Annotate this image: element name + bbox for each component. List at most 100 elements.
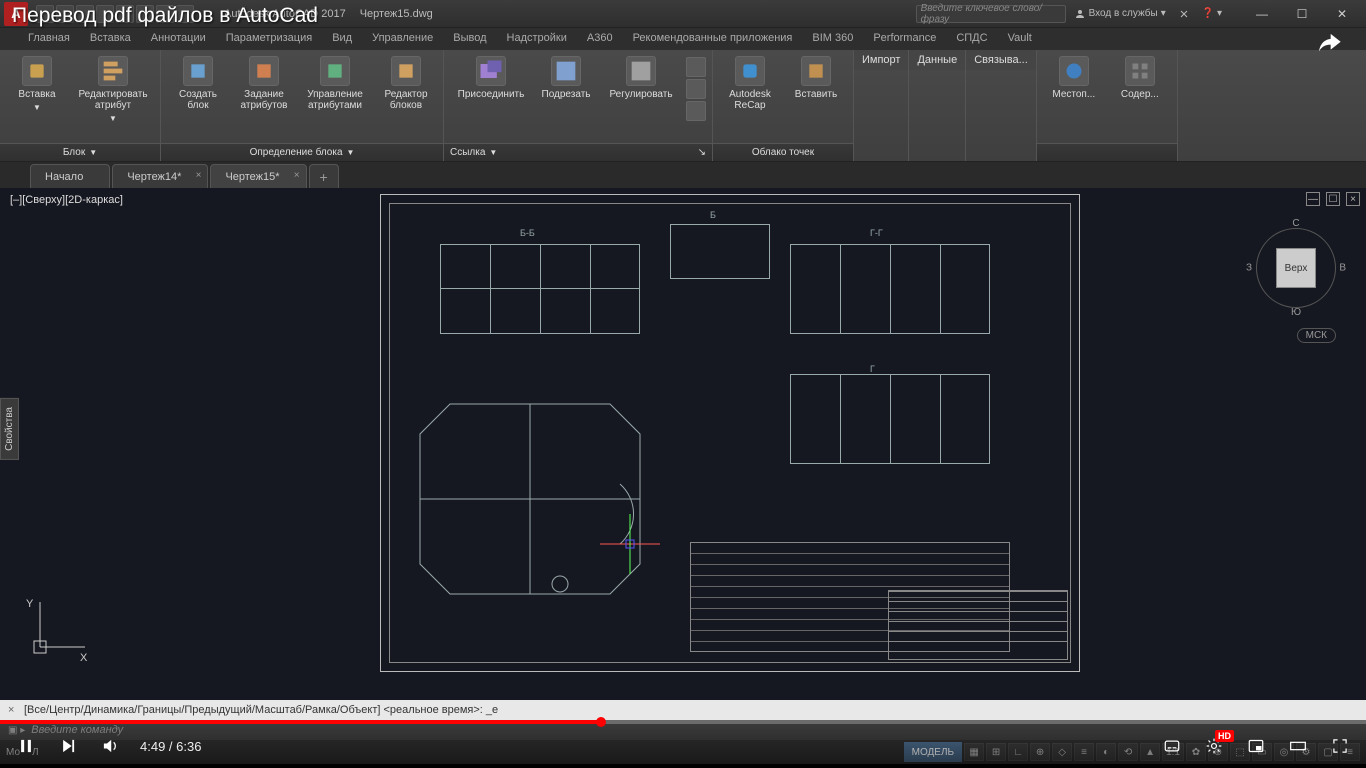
import-panel-tab[interactable]: Импорт	[854, 50, 908, 70]
subtitles-icon[interactable]	[1160, 734, 1184, 758]
qat-plot-icon[interactable]	[116, 5, 134, 23]
tab-performance[interactable]: Performance	[863, 28, 946, 50]
close-tab-icon[interactable]: ×	[196, 170, 202, 181]
edit-attribute-button[interactable]: Редактировать атрибут▼	[72, 54, 154, 123]
panel-location: Местоп... Содер...	[1037, 50, 1178, 161]
tab-spds[interactable]: СПДС	[946, 28, 997, 50]
tab-home[interactable]: Главная	[18, 28, 80, 50]
file-tab-start[interactable]: Начало	[30, 164, 110, 188]
section-label: Б-Б	[520, 228, 535, 238]
panel-block: Вставка▼ Редактировать атрибут▼ Блок▼	[0, 50, 161, 161]
properties-palette-tab[interactable]: Свойства	[0, 398, 19, 460]
reference-small-buttons	[686, 54, 706, 121]
exchange-icon[interactable]	[1174, 8, 1194, 20]
manage-attributes-button[interactable]: Управление атрибутами	[299, 54, 371, 111]
xref-icon[interactable]	[686, 57, 706, 77]
theater-icon[interactable]	[1286, 734, 1310, 758]
viewcube[interactable]: Верх С Ю З В	[1246, 218, 1346, 318]
panel-blockdef-label[interactable]: Определение блока▼	[161, 143, 443, 161]
tab-view[interactable]: Вид	[322, 28, 362, 50]
tab-a360[interactable]: A360	[577, 28, 623, 50]
tab-output[interactable]: Вывод	[443, 28, 496, 50]
quick-access-toolbar	[36, 5, 194, 23]
pause-button[interactable]	[14, 734, 38, 758]
location-button[interactable]: Местоп...	[1043, 54, 1105, 100]
section-label: Г	[870, 364, 875, 374]
qat-save-icon[interactable]	[76, 5, 94, 23]
document-name: Чертеж15.dwg	[360, 8, 433, 20]
drawing-canvas[interactable]: [‒][Сверху][2D-каркас] Свойства — ☐ × Ве…	[0, 188, 1366, 700]
ucs-icon[interactable]: Y X	[30, 597, 90, 660]
tab-addins[interactable]: Надстройки	[497, 28, 577, 50]
viewport-label[interactable]: [‒][Сверху][2D-каркас]	[10, 194, 123, 206]
drawing-sheet: Б-Б Б Г-Г Г	[380, 194, 1080, 672]
qat-open-icon[interactable]	[56, 5, 74, 23]
title-bar: A Autodesk AutoCAD 2017 Чертеж15.dwg Вве…	[0, 0, 1366, 28]
app-name: Autodesk AutoCAD 2017	[224, 8, 346, 20]
tab-featured-apps[interactable]: Рекомендованные приложения	[623, 28, 803, 50]
section-label: Б	[710, 210, 716, 220]
close-cmd-icon[interactable]: ×	[8, 704, 24, 716]
xref-icon-3[interactable]	[686, 101, 706, 121]
data-panel-tab[interactable]: Данные	[909, 50, 965, 70]
panel-collapsed-tabs: Импорт Данные Связыва...	[854, 50, 1037, 161]
next-button[interactable]	[56, 734, 80, 758]
tab-manage[interactable]: Управление	[362, 28, 443, 50]
recap-button[interactable]: Autodesk ReCap	[719, 54, 781, 111]
insert-block-button[interactable]: Вставка▼	[6, 54, 68, 112]
vp-minimize-icon[interactable]: —	[1306, 192, 1320, 206]
attach-button[interactable]: Присоединить	[450, 54, 532, 100]
close-tab-icon[interactable]: ×	[294, 170, 300, 181]
xref-icon-2[interactable]	[686, 79, 706, 99]
title-block	[888, 590, 1068, 660]
fullscreen-icon[interactable]	[1328, 734, 1352, 758]
maximize-button[interactable]: ☐	[1282, 2, 1322, 26]
minimize-button[interactable]: —	[1242, 2, 1282, 26]
volume-icon[interactable]	[98, 734, 122, 758]
panel-pointcloud-label[interactable]: Облако точек	[713, 143, 853, 161]
file-tab-1[interactable]: Чертеж14*×	[112, 164, 208, 188]
ribbon: Вставка▼ Редактировать атрибут▼ Блок▼ Со…	[0, 50, 1366, 162]
adjust-button[interactable]: Регулировать	[600, 54, 682, 100]
app-logo[interactable]: A	[4, 2, 28, 26]
vp-close-icon[interactable]: ×	[1346, 192, 1360, 206]
close-button[interactable]: ✕	[1322, 2, 1362, 26]
tab-annotate[interactable]: Аннотации	[141, 28, 216, 50]
clip-button[interactable]: Подрезать	[536, 54, 596, 100]
add-file-tab[interactable]: +	[309, 164, 339, 188]
file-tabs: Начало Чертеж14*× Чертеж15*× +	[0, 162, 1366, 188]
vp-maximize-icon[interactable]: ☐	[1326, 192, 1340, 206]
video-time: 4:49 / 6:36	[140, 739, 201, 754]
settings-icon[interactable]: HD	[1202, 734, 1226, 758]
tab-vault[interactable]: Vault	[998, 28, 1042, 50]
panel-reference: Присоединить Подрезать Регулировать Ссыл…	[444, 50, 713, 161]
tab-bim360[interactable]: BIM 360	[802, 28, 863, 50]
share-icon[interactable]	[1314, 28, 1344, 63]
define-attributes-button[interactable]: Задание атрибутов	[233, 54, 295, 111]
tab-insert[interactable]: Вставка	[80, 28, 141, 50]
tab-parametric[interactable]: Параметризация	[216, 28, 322, 50]
content-button[interactable]: Содер...	[1109, 54, 1171, 100]
help-icon[interactable]: ❓ ▾	[1198, 8, 1226, 19]
panel-block-label[interactable]: Блок▼	[0, 143, 160, 161]
login-button[interactable]: Вход в службы ▾	[1070, 8, 1170, 20]
qat-undo-icon[interactable]	[136, 5, 154, 23]
qat-more-icon[interactable]	[176, 5, 194, 23]
ribbon-tabs: Главная Вставка Аннотации Параметризация…	[0, 28, 1366, 50]
panel-reference-label[interactable]: Ссылка▼↘	[444, 143, 712, 161]
qat-redo-icon[interactable]	[156, 5, 174, 23]
insert-pointcloud-button[interactable]: Вставить	[785, 54, 847, 100]
link-panel-tab[interactable]: Связыва...	[966, 50, 1036, 70]
qat-new-icon[interactable]	[36, 5, 54, 23]
viewport-controls: — ☐ ×	[1306, 192, 1360, 206]
section-label: Г-Г	[870, 228, 883, 238]
search-input[interactable]: Введите ключевое слово/фразу	[916, 5, 1066, 23]
block-editor-button[interactable]: Редактор блоков	[375, 54, 437, 111]
command-history: × [Все/Центр/Динамика/Границы/Предыдущий…	[0, 700, 1366, 720]
create-block-button[interactable]: Создать блок	[167, 54, 229, 111]
qat-saveas-icon[interactable]	[96, 5, 114, 23]
file-tab-2[interactable]: Чертеж15*×	[210, 164, 306, 188]
miniplayer-icon[interactable]	[1244, 734, 1268, 758]
ucs-label[interactable]: МСК	[1297, 328, 1336, 343]
video-controls: 4:49 / 6:36 HD	[0, 724, 1366, 768]
